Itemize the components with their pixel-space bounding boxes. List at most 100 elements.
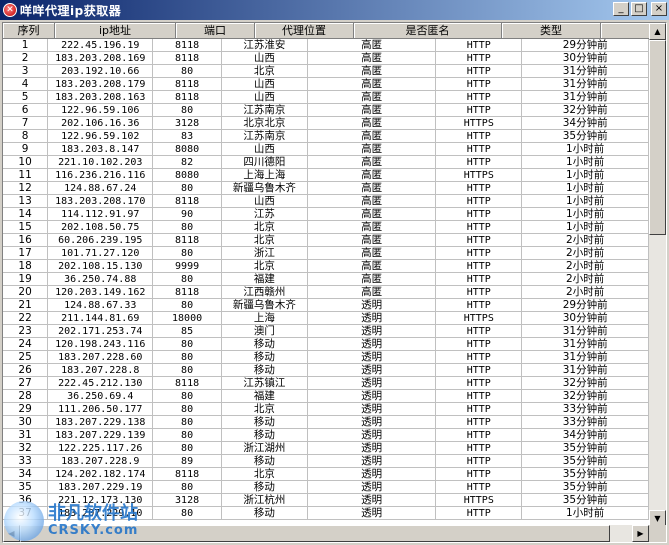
cell-location: 北京 [221,234,308,247]
table-row[interactable]: 5 183.203.208.163 8118 山西 高匿 HTTP 31分钟前 [3,91,649,104]
cell-ip: 202.108.15.130 [48,260,154,273]
table-row[interactable]: 19 36.250.74.88 80 福建 高匿 HTTP 2小时前 [3,273,649,286]
cell-index: 28 [3,390,49,403]
table-row[interactable]: 22 211.144.81.69 18000 上海 透明 HTTPS 30分钟前 [3,312,649,325]
cell-location: 澳门 [221,325,308,338]
table-row[interactable]: 24 120.198.243.116 80 移动 透明 HTTP 31分钟前 [3,338,649,351]
column-header-anonymity[interactable]: 是否匿名 [354,23,502,39]
table-row[interactable]: 23 202.171.253.74 85 澳门 透明 HTTP 31分钟前 [3,325,649,338]
table-body: 1 222.45.196.19 8118 江苏淮安 高匿 HTTP 29分钟前 2 183.20… [3,39,649,520]
table-row[interactable]: 25 183.207.228.60 80 移动 透明 HTTP 31分钟前 [3,351,649,364]
cell-type: HTTP [436,468,523,481]
cell-location: 上海 [221,312,308,325]
horizontal-scroll-thumb[interactable] [20,525,610,542]
cell-type: HTTP [436,195,523,208]
minimize-button[interactable]: _ [613,2,629,16]
scroll-right-button[interactable]: ▶ [632,525,649,542]
table-row[interactable]: 28 36.250.69.4 80 福建 透明 HTTP 32分钟前 [3,390,649,403]
cell-type: HTTP [436,403,523,416]
table-row[interactable]: 13 183.203.208.170 8118 山西 高匿 HTTP 1小时前 [3,195,649,208]
cell-type: HTTP [436,130,523,143]
table-row[interactable]: 8 122.96.59.102 83 江苏南京 高匿 HTTP 35分钟前 [3,130,649,143]
table-row[interactable]: 29 111.206.50.177 80 北京 透明 HTTP 33分钟前 [3,403,649,416]
table-row[interactable]: 1 222.45.196.19 8118 江苏淮安 高匿 HTTP 29分钟前 [3,39,649,52]
cell-anonymity: 高匿 [307,260,437,273]
scroll-up-button[interactable]: ▲ [649,23,666,40]
cell-port: 83 [153,130,222,143]
table-row[interactable]: 21 124.88.67.33 80 新疆乌鲁木齐 透明 HTTP 29分钟前 [3,299,649,312]
title-bar[interactable]: ✕ 咩咩代理ip获取器 _ □ × [0,0,669,20]
table-row[interactable]: 16 60.206.239.195 8118 北京 高匿 HTTP 2小时前 [3,234,649,247]
table-row[interactable]: 17 101.71.27.120 80 浙江 高匿 HTTP 2小时前 [3,247,649,260]
cell-verify-time: 33分钟前 [522,416,649,429]
table-row[interactable]: 4 183.203.208.179 8118 山西 高匿 HTTP 31分钟前 [3,78,649,91]
table-row[interactable]: 2 183.203.208.169 8118 山西 高匿 HTTP 30分钟前 [3,52,649,65]
column-header-index[interactable]: 序列 [3,23,55,39]
scroll-left-button[interactable]: ◀ [3,525,20,542]
column-header-ip[interactable]: ip地址 [55,23,176,39]
cell-location: 北京 [221,260,308,273]
table-row[interactable]: 31 183.207.229.139 80 移动 透明 HTTP 34分钟前 [3,429,649,442]
cell-port: 80 [153,429,222,442]
table-row[interactable]: 14 114.112.91.97 90 江苏 高匿 HTTP 1小时前 [3,208,649,221]
table-row[interactable]: 37 183.207.229.10 80 移动 透明 HTTP 1小时前 [3,507,649,520]
column-header-location[interactable]: 代理位置 [255,23,354,39]
cell-port: 90 [153,208,222,221]
table-row[interactable]: 30 183.207.229.138 80 移动 透明 HTTP 33分钟前 [3,416,649,429]
table-row[interactable]: 36 221.12.173.130 3128 浙江杭州 透明 HTTPS 35分钟前 [3,494,649,507]
cell-verify-time: 1小时前 [522,208,649,221]
cell-verify-time: 31分钟前 [522,91,649,104]
cell-type: HTTPS [436,169,523,182]
cell-anonymity: 透明 [307,481,437,494]
table-row[interactable]: 12 124.88.67.24 80 新疆乌鲁木齐 高匿 HTTP 1小时前 [3,182,649,195]
table-row[interactable]: 27 222.45.212.130 8118 江苏镇江 透明 HTTP 32分钟前 [3,377,649,390]
maximize-button[interactable]: □ [631,2,647,16]
cell-verify-time: 1小时前 [522,221,649,234]
cell-anonymity: 高匿 [307,273,437,286]
table-row[interactable]: 6 122.96.59.106 80 江苏南京 高匿 HTTP 32分钟前 [3,104,649,117]
vertical-scrollbar[interactable]: ▲ ▼ [649,23,666,527]
cell-port: 8118 [153,195,222,208]
cell-type: HTTP [436,273,523,286]
table-row[interactable]: 9 183.203.8.147 8080 山西 高匿 HTTP 1小时前 [3,143,649,156]
table-row[interactable]: 20 120.203.149.162 8118 江西赣州 高匿 HTTP 2小时前 [3,286,649,299]
table-row[interactable]: 15 202.108.50.75 80 北京 高匿 HTTP 1小时前 [3,221,649,234]
table-row[interactable]: 33 183.207.228.9 89 移动 透明 HTTP 35分钟前 [3,455,649,468]
cell-anonymity: 透明 [307,299,437,312]
table-row[interactable]: 11 116.236.216.116 8080 上海上海 高匿 HTTPS 1小时前 [3,169,649,182]
table-row[interactable]: 34 124.202.182.174 8118 北京 透明 HTTP 35分钟前 [3,468,649,481]
column-header-port[interactable]: 端口 [176,23,255,39]
vertical-scroll-thumb[interactable] [649,40,666,235]
table-row[interactable]: 18 202.108.15.130 9999 北京 高匿 HTTP 2小时前 [3,260,649,273]
cell-port: 85 [153,325,222,338]
cell-type: HTTPS [436,494,523,507]
close-button[interactable]: × [651,2,667,16]
cell-port: 9999 [153,260,222,273]
cell-anonymity: 高匿 [307,65,437,78]
table-row[interactable]: 32 122.225.117.26 80 浙江湖州 透明 HTTP 35分钟前 [3,442,649,455]
column-header-type[interactable]: 类型 [502,23,601,39]
table-row[interactable]: 10 221.10.102.203 82 四川德阳 高匿 HTTP 1小时前 [3,156,649,169]
cell-index: 36 [3,494,49,507]
table-row[interactable]: 7 202.106.16.36 3128 北京北京 高匿 HTTPS 34分钟前 [3,117,649,130]
cell-anonymity: 透明 [307,377,437,390]
cell-ip: 222.45.212.130 [48,377,154,390]
cell-location: 北京北京 [221,117,308,130]
proxy-table[interactable]: 序列 ip地址 端口 代理位置 是否匿名 类型 验证时间 1222.45.196… [2,22,667,543]
cell-location: 浙江杭州 [221,494,308,507]
cell-port: 8080 [153,143,222,156]
table-row[interactable]: 35 183.207.229.19 80 移动 透明 HTTP 35分钟前 [3,481,649,494]
cell-location: 新疆乌鲁木齐 [221,182,308,195]
cell-anonymity: 透明 [307,325,437,338]
cell-ip: 122.225.117.26 [48,442,154,455]
cell-anonymity: 透明 [307,442,437,455]
table-row[interactable]: 3 203.192.10.66 80 北京 高匿 HTTP 31分钟前 [3,65,649,78]
cell-location: 移动 [221,338,308,351]
cell-verify-time: 34分钟前 [522,117,649,130]
table-row[interactable]: 26 183.207.228.8 80 移动 透明 HTTP 31分钟前 [3,364,649,377]
cell-location: 移动 [221,507,308,520]
cell-ip: 221.12.173.130 [48,494,154,507]
cell-verify-time: 31分钟前 [522,364,649,377]
horizontal-scrollbar[interactable]: ◀ ▶ [3,525,649,542]
cell-port: 80 [153,273,222,286]
